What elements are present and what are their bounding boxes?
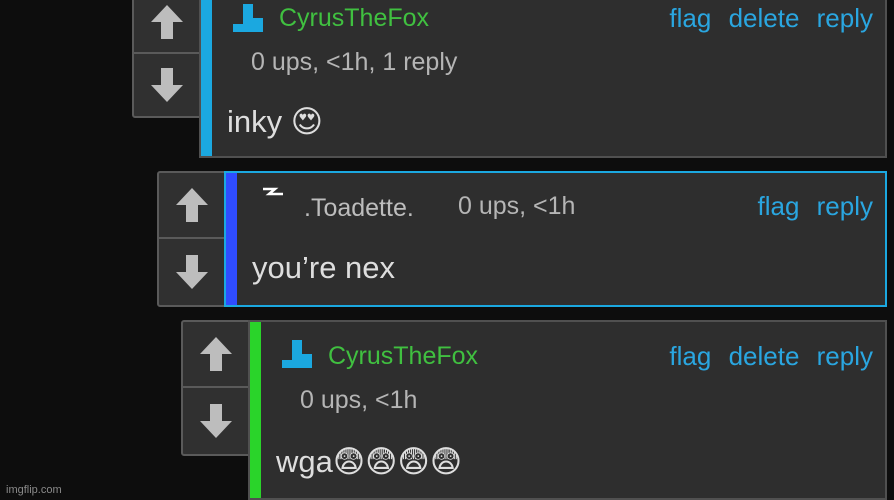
downvote-button[interactable] — [134, 54, 200, 116]
flag-link[interactable]: flag — [757, 191, 799, 221]
reply-link[interactable]: reply — [817, 191, 873, 221]
down-arrow-icon — [151, 68, 183, 102]
up-arrow-icon — [176, 188, 208, 222]
vote-buttons — [157, 171, 227, 307]
down-arrow-icon — [176, 255, 208, 289]
lightning-avatar-icon — [263, 187, 283, 196]
comment-username[interactable]: CyrusTheFox — [328, 342, 478, 371]
watermark: imgflip.com — [6, 484, 62, 496]
comment-box: .Toadette. 0 ups, <1h flag reply you’re … — [224, 171, 887, 307]
blue-square-avatar-icon — [282, 340, 312, 368]
comment-actions: flag delete reply — [659, 341, 873, 372]
down-arrow-icon — [200, 404, 232, 438]
upvote-button[interactable] — [134, 0, 200, 54]
comment-meta: 0 ups, <1h, 1 reply — [251, 48, 458, 76]
comment-text: wga😨😨😨😨 — [276, 444, 463, 479]
comment-username[interactable]: .Toadette. — [304, 194, 414, 223]
comment-box: CyrusTheFox flag delete reply 0 ups, <1h… — [248, 320, 887, 500]
upvote-button[interactable] — [159, 173, 225, 239]
comment-text: you’re nex — [252, 250, 396, 285]
thread-bar — [201, 0, 212, 156]
downvote-button[interactable] — [183, 388, 249, 454]
delete-link[interactable]: delete — [729, 341, 800, 371]
upvote-button[interactable] — [183, 322, 249, 388]
up-arrow-icon — [151, 5, 183, 39]
reply-link[interactable]: reply — [817, 3, 873, 33]
comment-meta: 0 ups, <1h — [300, 386, 418, 414]
flag-link[interactable]: flag — [669, 3, 711, 33]
reply-link[interactable]: reply — [817, 341, 873, 371]
downvote-button[interactable] — [159, 239, 225, 305]
delete-link[interactable]: delete — [729, 3, 800, 33]
comment-actions: flag delete reply — [659, 3, 873, 34]
vote-buttons — [181, 320, 251, 456]
thread-bar — [250, 322, 261, 498]
comment-username[interactable]: CyrusTheFox — [279, 4, 429, 33]
vote-buttons — [132, 0, 202, 118]
thread-bar — [226, 173, 237, 305]
comment-meta: 0 ups, <1h — [458, 192, 576, 220]
flag-link[interactable]: flag — [669, 341, 711, 371]
comment-actions: flag reply — [747, 191, 873, 222]
up-arrow-icon — [200, 337, 232, 371]
comment-box: CyrusTheFox flag delete reply 0 ups, <1h… — [199, 0, 887, 158]
comment-text: inky 😍 — [227, 104, 324, 139]
blue-square-avatar-icon — [233, 4, 263, 32]
